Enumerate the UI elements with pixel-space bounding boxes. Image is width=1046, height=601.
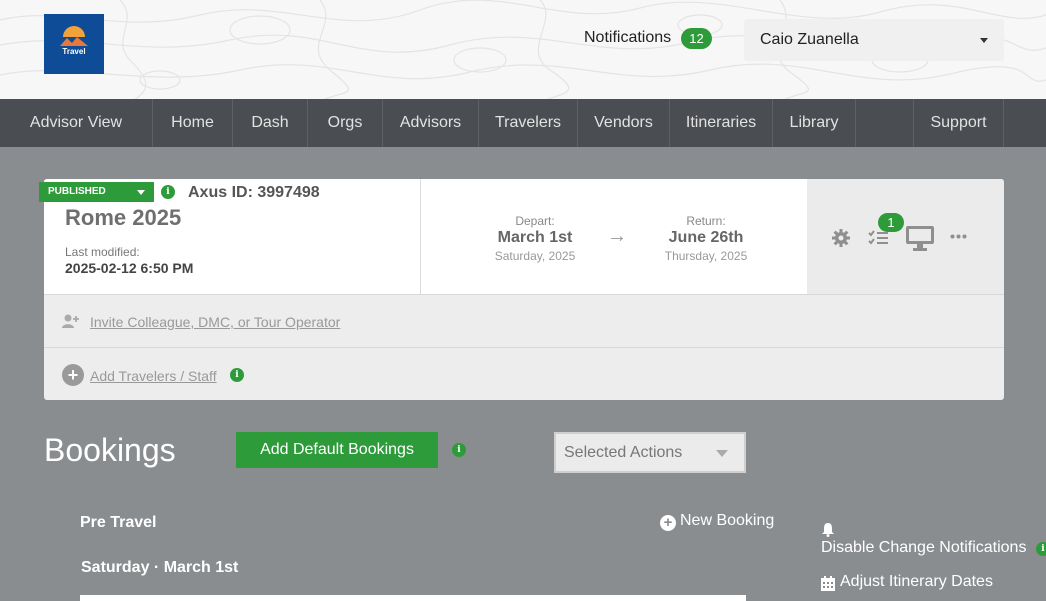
arrow-right-icon: → xyxy=(607,225,627,247)
add-user-icon xyxy=(62,314,79,328)
info-icon[interactable]: i xyxy=(452,443,466,457)
last-modified-label: Last modified: xyxy=(65,245,140,259)
invite-colleague-link[interactable]: Invite Colleague, DMC, or Tour Operator xyxy=(90,314,340,330)
published-status-dropdown[interactable]: PUBLISHED xyxy=(39,182,154,202)
selected-actions-label: Selected Actions xyxy=(564,444,683,461)
depart-date: March 1st xyxy=(497,229,573,246)
return-label: Return: xyxy=(686,214,726,228)
nav-dash[interactable]: Dash xyxy=(233,99,308,147)
adjust-itinerary-dates-link[interactable]: Adjust Itinerary Dates xyxy=(840,573,993,591)
add-default-bookings-button[interactable]: Add Default Bookings xyxy=(236,432,438,468)
add-travelers-row: + Add Travelers / Staff xyxy=(44,347,1004,400)
new-booking-button[interactable]: + New Booking xyxy=(660,512,774,531)
axus-id: Axus ID: 3997498 xyxy=(188,184,320,201)
chevron-down-icon xyxy=(716,450,728,457)
return-day: Thursday, 2025 xyxy=(664,249,748,263)
site-header: Travel Notifications 12 Caio Zuanella xyxy=(0,0,1046,99)
last-modified-value: 2025-02-12 6:50 PM xyxy=(65,260,194,276)
gear-icon[interactable] xyxy=(832,229,850,247)
bookings-title: Bookings xyxy=(44,432,176,468)
nav-itineraries[interactable]: Itineraries xyxy=(670,99,773,147)
mountain-icon xyxy=(60,37,88,46)
bell-icon xyxy=(822,523,834,537)
info-icon[interactable]: i xyxy=(161,185,175,199)
notifications-link[interactable]: Notifications xyxy=(584,29,671,47)
notifications-count-badge[interactable]: 12 xyxy=(681,28,712,49)
selected-actions-dropdown[interactable]: Selected Actions xyxy=(554,432,746,473)
checklist-icon[interactable] xyxy=(868,230,889,246)
new-booking-label: New Booking xyxy=(680,512,775,529)
checklist-count-badge: 1 xyxy=(878,213,904,232)
nav-advisor-view[interactable]: Advisor View xyxy=(0,99,153,147)
status-label: PUBLISHED xyxy=(48,186,106,197)
trip-card: Invite Colleague, DMC, or Tour Operator … xyxy=(44,179,1004,400)
depart-label: Depart: xyxy=(515,214,555,228)
pre-travel-label: Pre Travel xyxy=(80,514,157,531)
nav-library[interactable]: Library xyxy=(773,99,856,147)
nav-advisors[interactable]: Advisors xyxy=(383,99,479,147)
day-label: Saturday · March 1st xyxy=(81,559,239,576)
nav-travelers[interactable]: Travelers xyxy=(479,99,578,147)
booking-card xyxy=(80,595,746,601)
info-icon[interactable]: i xyxy=(1036,542,1046,556)
user-dropdown[interactable]: Caio Zuanella xyxy=(744,19,1004,61)
travel-logo[interactable]: Travel xyxy=(44,14,104,74)
trip-title: Rome 2025 xyxy=(65,205,182,230)
return-date: June 26th xyxy=(668,229,744,246)
calendar-icon xyxy=(821,576,835,591)
monitor-icon[interactable] xyxy=(906,226,934,251)
invite-row: Invite Colleague, DMC, or Tour Operator xyxy=(44,294,1004,347)
info-icon[interactable]: i xyxy=(230,368,244,382)
disable-change-notifications-link[interactable]: Disable Change Notifications xyxy=(821,539,1026,557)
nav-home[interactable]: Home xyxy=(153,99,233,147)
add-travelers-link[interactable]: Add Travelers / Staff xyxy=(90,368,217,384)
return-block: Return: June 26th Thursday, 2025 xyxy=(641,214,771,263)
depart-block: Depart: March 1st Saturday, 2025 xyxy=(470,214,600,263)
nav-orgs[interactable]: Orgs xyxy=(308,99,383,147)
logo-text: Travel xyxy=(62,47,86,56)
chevron-down-icon xyxy=(980,38,988,43)
more-options-icon[interactable] xyxy=(950,234,967,239)
depart-day: Saturday, 2025 xyxy=(494,249,576,263)
chevron-down-icon xyxy=(137,190,145,195)
nav-spacer xyxy=(856,99,914,147)
nav-support[interactable]: Support xyxy=(914,99,1004,147)
main-nav: Advisor View Home Dash Orgs Advisors Tra… xyxy=(0,99,1046,147)
user-name: Caio Zuanella xyxy=(760,31,859,48)
add-circle-icon[interactable]: + xyxy=(62,364,84,386)
plus-circle-icon: + xyxy=(660,515,676,531)
nav-vendors[interactable]: Vendors xyxy=(578,99,670,147)
